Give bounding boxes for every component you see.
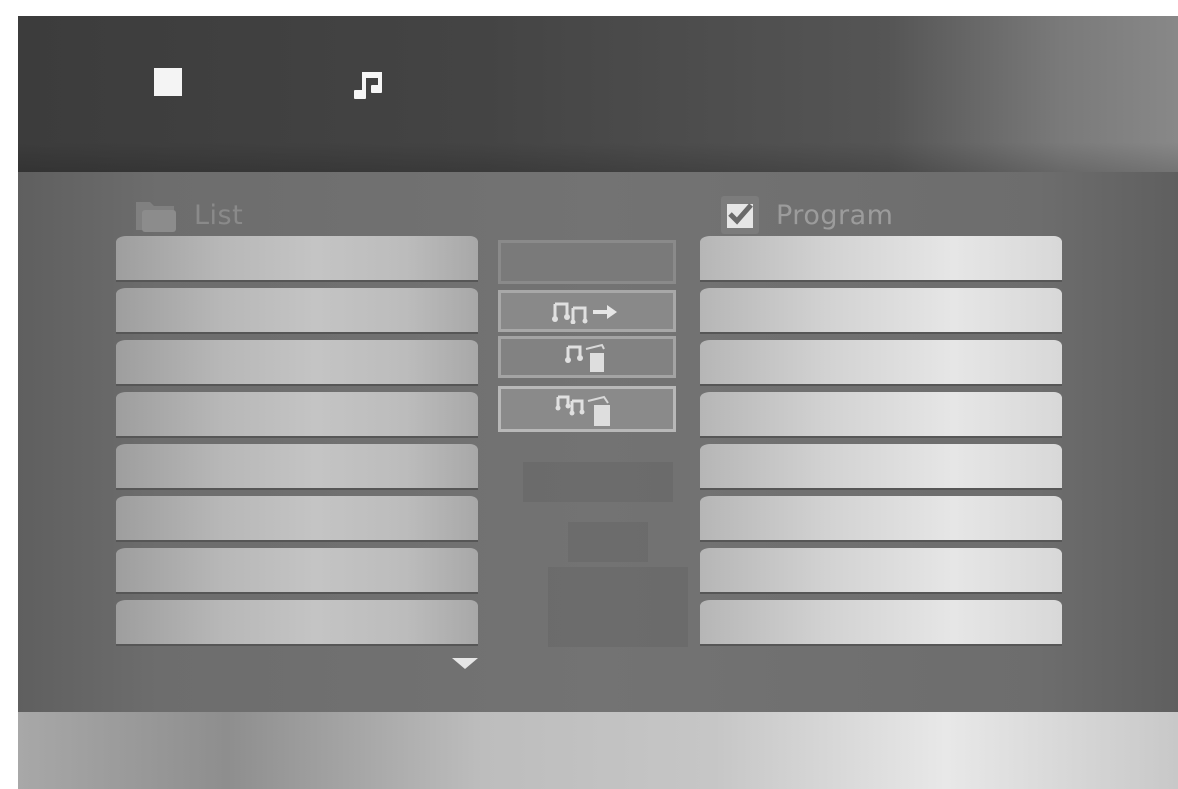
blank-button[interactable] bbox=[498, 240, 676, 284]
bottom-bar bbox=[18, 712, 1178, 789]
stop-icon bbox=[154, 68, 182, 96]
add-button[interactable] bbox=[498, 290, 676, 332]
clear-all-button[interactable] bbox=[498, 386, 676, 432]
list-item[interactable] bbox=[116, 496, 478, 542]
music-multi-trash-icon bbox=[555, 395, 610, 426]
status-bar bbox=[18, 16, 1178, 172]
list-item[interactable] bbox=[116, 548, 478, 594]
list-item[interactable] bbox=[116, 444, 478, 490]
music-note-icon bbox=[354, 72, 382, 99]
program-label: Program bbox=[776, 199, 894, 231]
list-item[interactable] bbox=[116, 600, 478, 646]
action-buttons bbox=[498, 240, 680, 436]
program-item[interactable] bbox=[700, 392, 1062, 438]
checkbox-icon bbox=[721, 196, 759, 234]
program-item[interactable] bbox=[700, 444, 1062, 490]
list-item[interactable] bbox=[116, 288, 478, 334]
music-add-arrow-icon bbox=[552, 302, 617, 324]
list-label: List bbox=[194, 199, 244, 231]
delete-button[interactable] bbox=[498, 336, 676, 378]
folder-icon bbox=[136, 202, 176, 232]
program-header: Program bbox=[720, 190, 893, 240]
program-item[interactable] bbox=[700, 548, 1062, 594]
list-rows bbox=[116, 236, 478, 652]
list-item[interactable] bbox=[116, 236, 478, 282]
list-item[interactable] bbox=[116, 340, 478, 386]
program-item[interactable] bbox=[700, 600, 1062, 646]
music-trash-icon bbox=[565, 343, 605, 372]
program-item[interactable] bbox=[700, 236, 1062, 282]
list-item[interactable] bbox=[116, 392, 478, 438]
program-item[interactable] bbox=[700, 340, 1062, 386]
arrow-down-icon[interactable] bbox=[452, 658, 478, 669]
program-item[interactable] bbox=[700, 288, 1062, 334]
program-item[interactable] bbox=[700, 496, 1062, 542]
list-header: List bbox=[134, 190, 243, 240]
program-rows bbox=[700, 236, 1062, 652]
